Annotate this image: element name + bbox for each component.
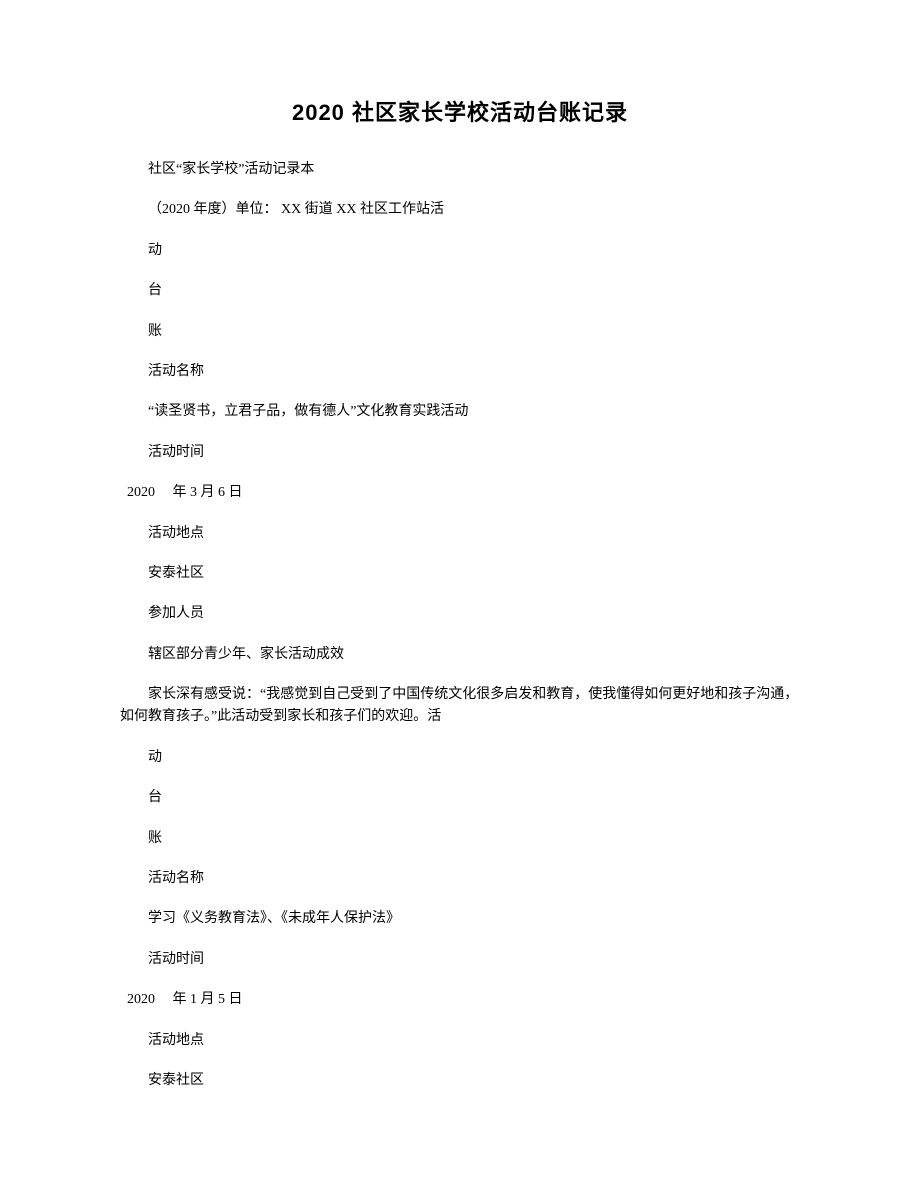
body-line: 台 <box>120 280 800 302</box>
body-line: 2020 年 3 月 6 日 <box>120 482 800 504</box>
body-line: “读圣贤书，立君子品，做有德人”文化教育实践活动 <box>120 401 800 423</box>
body-line: 活动时间 <box>120 949 800 971</box>
page-title: 2020 社区家长学校活动台账记录 <box>120 95 800 127</box>
body-line: 2020 年 1 月 5 日 <box>120 989 800 1011</box>
body-line: 活动地点 <box>120 523 800 545</box>
body-line: 活动时间 <box>120 442 800 464</box>
body-line: 活动名称 <box>120 868 800 890</box>
body-line: 动 <box>120 747 800 769</box>
body-line: 社区“家长学校”活动记录本 <box>120 159 800 181</box>
body-line: 动 <box>120 240 800 262</box>
body-line: 活动地点 <box>120 1030 800 1052</box>
body-line: 活动名称 <box>120 361 800 383</box>
body-line: 学习《义务教育法》、《未成年人保护法》 <box>120 908 800 930</box>
body-line: 台 <box>120 787 800 809</box>
body-line: 辖区部分青少年、家长活动成效 <box>120 644 800 666</box>
body-line: 家长深有感受说：“我感觉到自己受到了中国传统文化很多启发和教育，使我懂得如何更好… <box>120 684 800 729</box>
body-line: 账 <box>120 828 800 850</box>
body-line: （2020 年度）单位： XX 街道 XX 社区工作站活 <box>120 199 800 221</box>
body-line: 安泰社区 <box>120 563 800 585</box>
body-line: 参加人员 <box>120 603 800 625</box>
body-line: 账 <box>120 321 800 343</box>
body-line: 安泰社区 <box>120 1070 800 1092</box>
